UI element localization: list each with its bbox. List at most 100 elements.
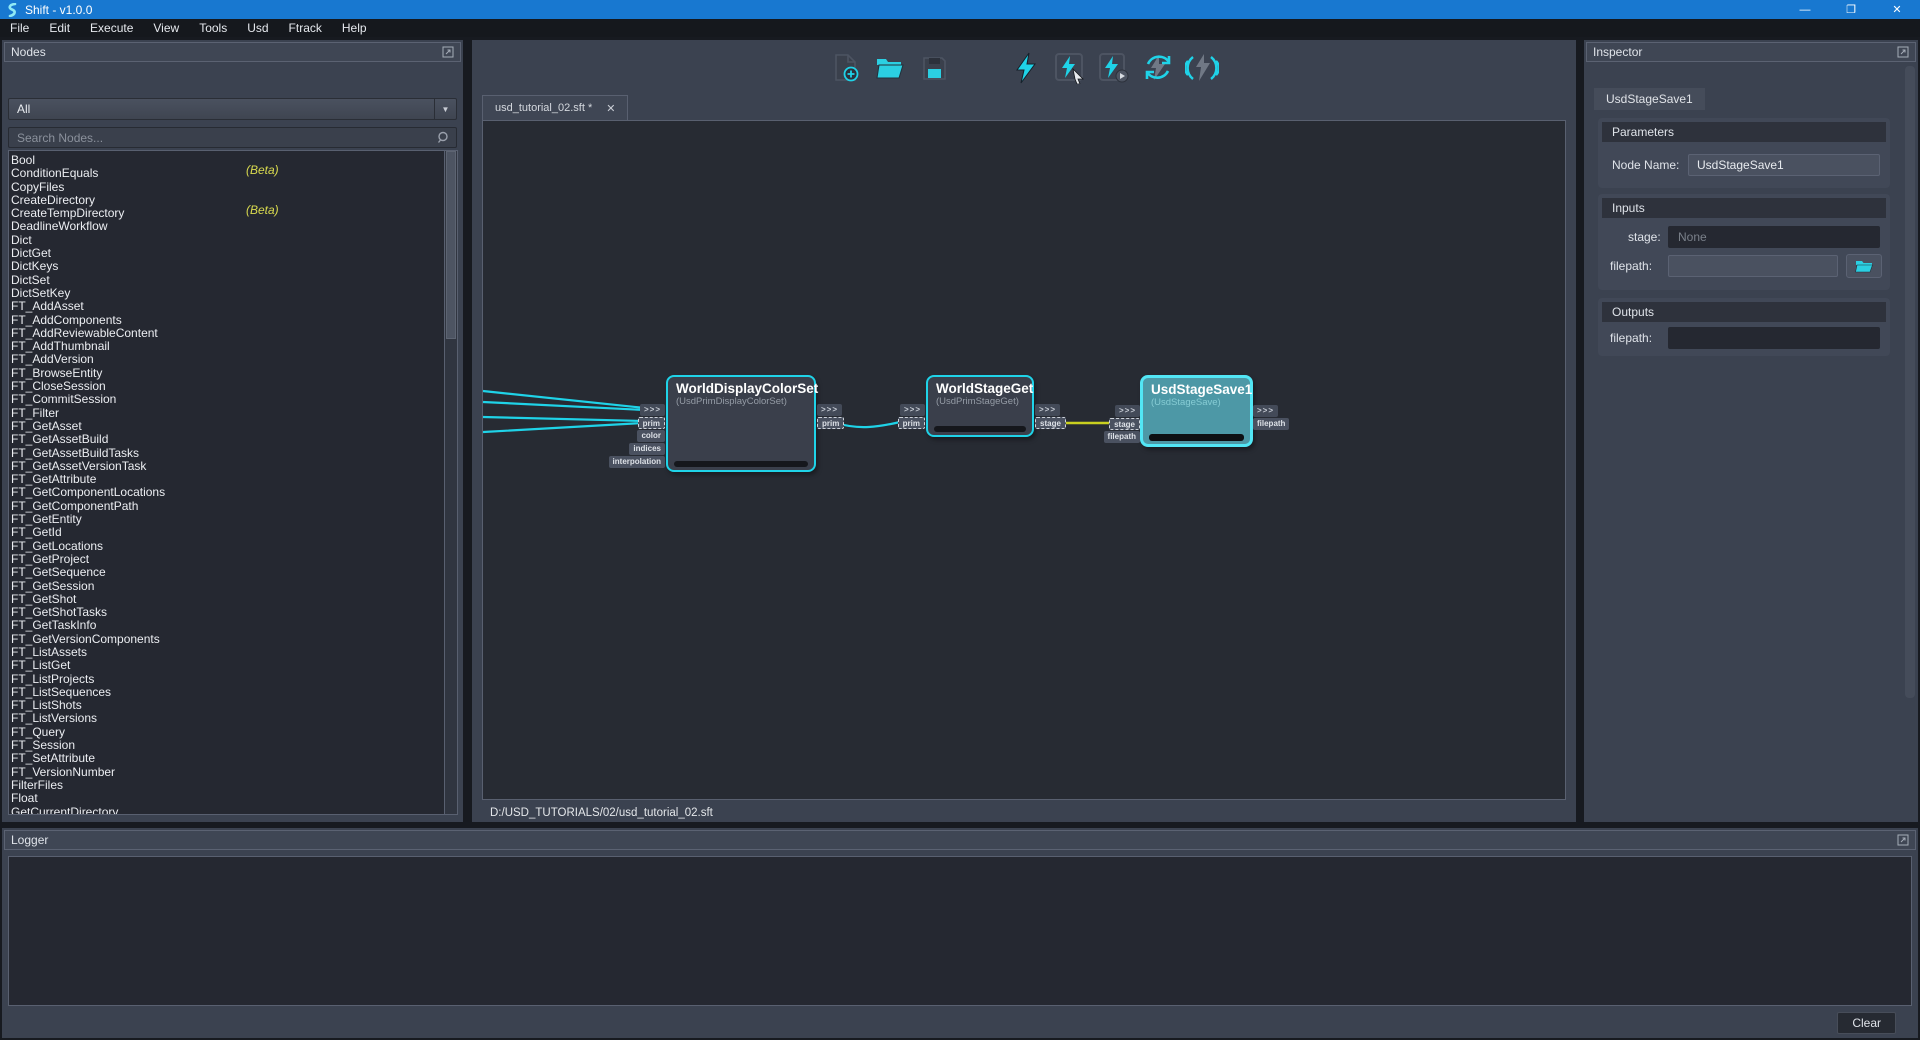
- browse-filepath-button[interactable]: [1846, 254, 1882, 278]
- inspector-node-tab[interactable]: UsdStageSave1: [1594, 88, 1705, 110]
- node-type-deadlineworkflow[interactable]: DeadlineWorkflow: [9, 217, 444, 230]
- live-execution-button[interactable]: [1185, 50, 1219, 86]
- node-type-ft_addversion[interactable]: FT_AddVersion: [9, 350, 444, 363]
- node-type-ft_listprojects[interactable]: FT_ListProjects: [9, 670, 444, 683]
- graph-node-usdstagesave1[interactable]: UsdStageSave1(UsdStageSave)>>>stagefilep…: [1140, 375, 1253, 447]
- node-type-ft_addthumbnail[interactable]: FT_AddThumbnail: [9, 337, 444, 350]
- execute-up-to-node-button[interactable]: [1097, 50, 1131, 86]
- node-type-ft_session[interactable]: FT_Session: [9, 736, 444, 749]
- node-type-ft_getid[interactable]: FT_GetId: [9, 523, 444, 536]
- open-file-button[interactable]: [873, 50, 907, 86]
- node-type-ft_filter[interactable]: FT_Filter: [9, 404, 444, 417]
- node-list-scrollbar[interactable]: [444, 151, 457, 814]
- node-type-ft_listsequences[interactable]: FT_ListSequences: [9, 683, 444, 696]
- node-type-ft_getassetbuildtasks[interactable]: FT_GetAssetBuildTasks: [9, 444, 444, 457]
- node-type-ft_getentity[interactable]: FT_GetEntity: [9, 510, 444, 523]
- output-port-flow[interactable]: >>>: [817, 404, 842, 416]
- tab-usd-tutorial[interactable]: usd_tutorial_02.sft * ✕: [482, 95, 628, 120]
- node-type-conditionequals[interactable]: ConditionEquals(Beta): [9, 164, 444, 177]
- node-type-float[interactable]: Float: [9, 789, 444, 802]
- node-type-ft_addreviewablecontent[interactable]: FT_AddReviewableContent: [9, 324, 444, 337]
- menu-ftrack[interactable]: Ftrack: [279, 20, 332, 36]
- node-type-ft_getproject[interactable]: FT_GetProject: [9, 550, 444, 563]
- node-type-dict[interactable]: Dict: [9, 231, 444, 244]
- input-port-prim[interactable]: prim: [638, 417, 665, 429]
- input-port-interpolation[interactable]: interpolation: [609, 456, 665, 468]
- node-type-ft_versionnumber[interactable]: FT_VersionNumber: [9, 763, 444, 776]
- input-port-flow[interactable]: >>>: [1115, 405, 1140, 417]
- output-port-stage[interactable]: stage: [1035, 417, 1066, 429]
- node-type-ft_listassets[interactable]: FT_ListAssets: [9, 643, 444, 656]
- restore-button[interactable]: ❐: [1828, 0, 1874, 19]
- search-input[interactable]: [9, 131, 437, 145]
- menu-usd[interactable]: Usd: [237, 20, 278, 36]
- node-type-ft_getshottasks[interactable]: FT_GetShotTasks: [9, 603, 444, 616]
- node-type-ft_listshots[interactable]: FT_ListShots: [9, 696, 444, 709]
- output-port-flow[interactable]: >>>: [1253, 405, 1278, 417]
- node-type-ft_addasset[interactable]: FT_AddAsset: [9, 297, 444, 310]
- filepath-input[interactable]: [1668, 255, 1838, 277]
- node-type-ft_getcomponentlocations[interactable]: FT_GetComponentLocations: [9, 483, 444, 496]
- node-type-dictkeys[interactable]: DictKeys: [9, 257, 444, 270]
- close-button[interactable]: ✕: [1874, 0, 1920, 19]
- scrollbar-thumb[interactable]: [446, 151, 456, 339]
- graph-node-worlddisplaycolorset[interactable]: WorldDisplayColorSet(UsdPrimDisplayColor…: [666, 375, 816, 472]
- node-type-ft_getversioncomponents[interactable]: FT_GetVersionComponents: [9, 630, 444, 643]
- node-type-ft_browseentity[interactable]: FT_BrowseEntity: [9, 364, 444, 377]
- input-port-color[interactable]: color: [637, 430, 665, 442]
- output-port-filepath[interactable]: filepath: [1253, 418, 1289, 430]
- execute-selected-button[interactable]: [1053, 50, 1087, 86]
- node-type-ft_gettaskinfo[interactable]: FT_GetTaskInfo: [9, 616, 444, 629]
- node-type-createtempdirectory[interactable]: CreateTempDirectory(Beta): [9, 204, 444, 217]
- node-type-ft_getassetversiontask[interactable]: FT_GetAssetVersionTask: [9, 457, 444, 470]
- node-type-dictsetkey[interactable]: DictSetKey: [9, 284, 444, 297]
- node-type-bool[interactable]: Bool: [9, 151, 444, 164]
- node-type-ft_getattribute[interactable]: FT_GetAttribute: [9, 470, 444, 483]
- node-type-ft_closesession[interactable]: FT_CloseSession: [9, 377, 444, 390]
- node-type-ft_getlocations[interactable]: FT_GetLocations: [9, 537, 444, 550]
- menu-view[interactable]: View: [143, 20, 189, 36]
- soft-execute-button[interactable]: [1141, 50, 1175, 86]
- node-type-ft_getsession[interactable]: FT_GetSession: [9, 577, 444, 590]
- input-port-filepath[interactable]: filepath: [1104, 431, 1140, 443]
- node-type-dictget[interactable]: DictGet: [9, 244, 444, 257]
- output-port-prim[interactable]: prim: [817, 417, 844, 429]
- undock-icon[interactable]: [1897, 834, 1909, 846]
- minimize-button[interactable]: —: [1782, 0, 1828, 19]
- node-type-ft_getasset[interactable]: FT_GetAsset: [9, 417, 444, 430]
- node-type-ft_query[interactable]: FT_Query: [9, 723, 444, 736]
- input-port-flow[interactable]: >>>: [900, 404, 925, 416]
- node-type-ft_getsequence[interactable]: FT_GetSequence: [9, 563, 444, 576]
- node-name-input[interactable]: [1688, 154, 1880, 176]
- menu-help[interactable]: Help: [332, 20, 377, 36]
- node-type-filterfiles[interactable]: FilterFiles: [9, 776, 444, 789]
- node-type-dictset[interactable]: DictSet: [9, 271, 444, 284]
- node-type-ft_getcomponentpath[interactable]: FT_GetComponentPath: [9, 497, 444, 510]
- clear-logger-button[interactable]: Clear: [1837, 1012, 1896, 1034]
- node-type-ft_listversions[interactable]: FT_ListVersions: [9, 709, 444, 722]
- undock-icon[interactable]: [1897, 46, 1909, 58]
- node-type-copyfiles[interactable]: CopyFiles: [9, 178, 444, 191]
- menu-file[interactable]: File: [0, 20, 39, 36]
- node-graph-canvas[interactable]: WorldDisplayColorSet(UsdPrimDisplayColor…: [482, 120, 1566, 800]
- output-port-flow[interactable]: >>>: [1035, 404, 1060, 416]
- input-port-prim[interactable]: prim: [898, 417, 925, 429]
- tab-close-icon[interactable]: ✕: [606, 102, 615, 115]
- new-file-button[interactable]: [829, 50, 863, 86]
- undock-icon[interactable]: [442, 46, 454, 58]
- node-type-ft_addcomponents[interactable]: FT_AddComponents: [9, 311, 444, 324]
- execute-button[interactable]: [1009, 50, 1043, 86]
- input-port-flow[interactable]: >>>: [640, 404, 665, 416]
- input-port-indices[interactable]: indices: [629, 443, 665, 455]
- node-category-dropdown[interactable]: All ▼: [8, 98, 457, 120]
- node-type-ft_setattribute[interactable]: FT_SetAttribute: [9, 749, 444, 762]
- node-type-ft_getshot[interactable]: FT_GetShot: [9, 590, 444, 603]
- node-type-ft_commitsession[interactable]: FT_CommitSession: [9, 390, 444, 403]
- menu-execute[interactable]: Execute: [80, 20, 143, 36]
- save-file-button[interactable]: [917, 50, 951, 86]
- node-type-getcurrentdirectory[interactable]: GetCurrentDirectory: [9, 803, 444, 814]
- input-port-stage[interactable]: stage: [1109, 418, 1140, 430]
- node-type-ft_getassetbuild[interactable]: FT_GetAssetBuild: [9, 430, 444, 443]
- inspector-scrollbar[interactable]: [1905, 66, 1915, 698]
- node-type-ft_listget[interactable]: FT_ListGet: [9, 656, 444, 669]
